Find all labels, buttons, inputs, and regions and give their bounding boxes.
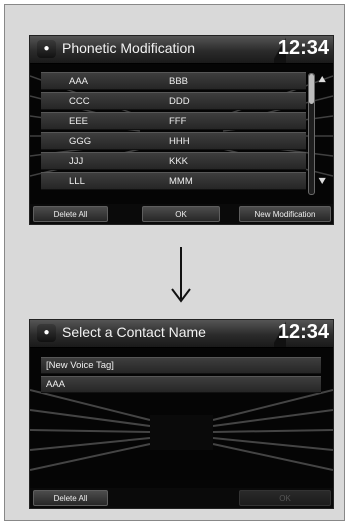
scrollbar[interactable]	[308, 73, 315, 195]
entry-phonetic: DDD	[169, 96, 190, 107]
button-bar: Delete All OK	[30, 488, 333, 508]
list-item[interactable]: JJJ KKK	[41, 152, 306, 170]
background-streaks	[30, 75, 333, 177]
button-bar: Delete All OK New Modification	[30, 204, 333, 224]
clock: 12:34	[277, 37, 329, 59]
entry-name: GGG	[69, 136, 92, 147]
dot-icon[interactable]: ●	[37, 40, 56, 58]
screen-title: Select a Contact Name	[62, 324, 206, 340]
scrollbar-thumb[interactable]	[309, 74, 314, 104]
title-bar: ● Select a Contact Name 12:34	[30, 320, 333, 348]
entry-name: CCC	[69, 96, 90, 107]
entry-name: JJJ	[69, 156, 84, 167]
entry-phonetic: FFF	[169, 116, 187, 127]
dot-icon[interactable]: ●	[37, 324, 56, 342]
title-bar: ● Phonetic Modification 12:34	[30, 36, 333, 64]
delete-all-button[interactable]: Delete All	[33, 490, 108, 506]
list-item[interactable]: EEE FFF	[41, 112, 306, 130]
contact-name: AAA	[46, 379, 66, 390]
ok-button[interactable]: OK	[239, 490, 331, 506]
entry-name: LLL	[69, 176, 85, 187]
double-chevron-up-icon[interactable]: ⯅	[317, 74, 327, 87]
arrow-down-icon	[171, 247, 191, 303]
background-streaks	[30, 389, 333, 471]
screen-title: Phonetic Modification	[62, 40, 196, 56]
ok-button[interactable]: OK	[142, 206, 220, 222]
phonetic-modification-screen: ● Phonetic Modification 12:34 AAA BBB CC…	[29, 35, 334, 225]
clock: 12:34	[277, 321, 329, 343]
entry-phonetic: KKK	[169, 156, 189, 167]
entry-name: AAA	[69, 76, 89, 87]
entry-phonetic: HHH	[169, 136, 190, 147]
list-item[interactable]: AAA	[41, 376, 321, 393]
entry-phonetic: MMM	[169, 176, 193, 187]
double-chevron-down-icon[interactable]: ⯆	[317, 176, 327, 189]
new-modification-button[interactable]: New Modification	[239, 206, 331, 222]
contact-name: [New Voice Tag]	[46, 360, 114, 371]
select-contact-screen: ● Select a Contact Name 12:34 [New Voice…	[29, 319, 334, 509]
list-item[interactable]: AAA BBB	[41, 72, 306, 90]
entry-phonetic: BBB	[169, 76, 189, 87]
list-item[interactable]: [New Voice Tag]	[41, 357, 321, 374]
entry-name: EEE	[69, 116, 89, 127]
delete-all-button[interactable]: Delete All	[33, 206, 108, 222]
list-item[interactable]: CCC DDD	[41, 92, 306, 110]
illustration-panel: ● Phonetic Modification 12:34 AAA BBB CC…	[4, 4, 345, 521]
list-item[interactable]: LLL MMM	[41, 172, 306, 190]
list-item[interactable]: GGG HHH	[41, 132, 306, 150]
